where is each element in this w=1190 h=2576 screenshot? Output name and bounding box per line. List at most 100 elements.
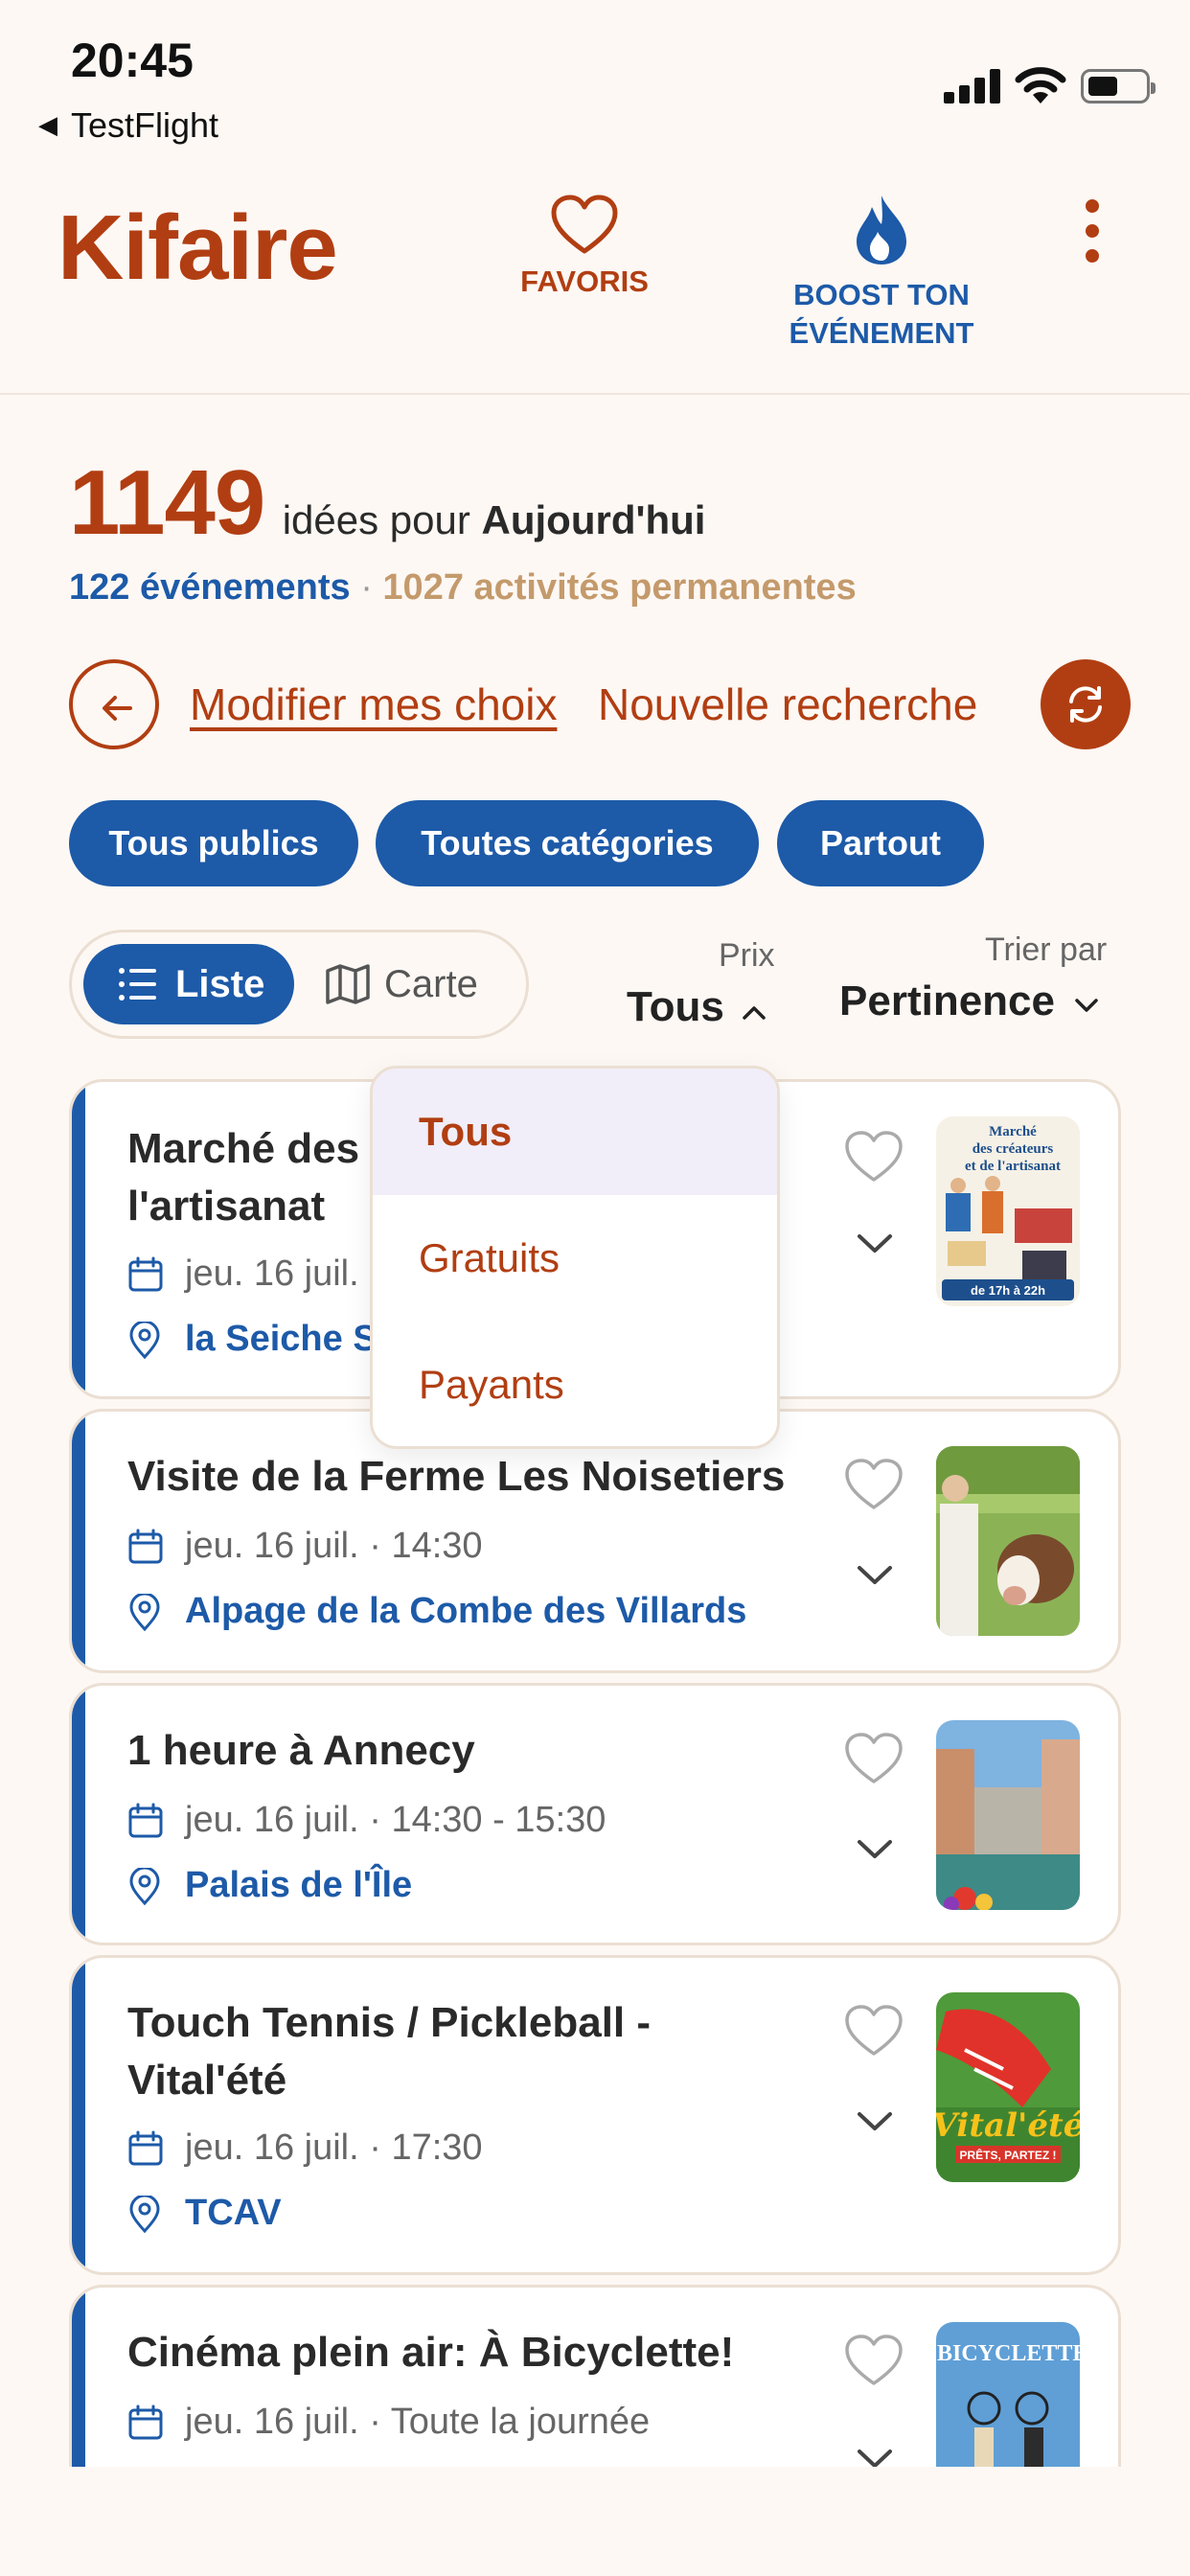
- chip-location[interactable]: Partout: [777, 800, 984, 886]
- list-view-button[interactable]: Liste: [83, 944, 294, 1024]
- event-location[interactable]: Alpage de la Combe des Villards: [127, 1586, 746, 1636]
- back-button[interactable]: [69, 659, 159, 749]
- event-title: 1 heure à Annecy: [127, 1727, 475, 1774]
- heart-outline-icon[interactable]: [844, 2004, 904, 2058]
- sort-label: Trier par: [985, 932, 1108, 968]
- map-view-button[interactable]: Carte: [325, 944, 478, 1024]
- events-count: 122 événements: [69, 567, 351, 608]
- annecy-photo: [936, 1720, 1080, 1910]
- results-breakdown: 122 événements · 1027 activités permanen…: [69, 567, 857, 609]
- new-search-link[interactable]: Nouvelle recherche: [598, 678, 977, 730]
- event-location[interactable]: Palais de l'Île: [127, 1860, 412, 1910]
- boost-label-line1: BOOST TON: [793, 278, 970, 311]
- event-title: Visite de la Ferme Les Noisetiers: [127, 1453, 786, 1500]
- event-date: jeu. 16 juil. · Toute la journée: [127, 2397, 650, 2447]
- permanent-count: 1027 activités permanentes: [382, 567, 857, 608]
- price-option-paid[interactable]: Payants: [373, 1322, 777, 1446]
- map-view-label: Carte: [384, 963, 478, 1005]
- location-pin-icon: [129, 2196, 160, 2234]
- chip-categories[interactable]: Toutes catégories: [376, 800, 759, 886]
- chevron-down-icon[interactable]: [856, 1231, 894, 1256]
- bottom-safe-area: [0, 2467, 1190, 2576]
- boost-event-button[interactable]: BOOST TON ÉVÉNEMENT: [767, 194, 996, 353]
- event-card[interactable]: Touch Tennis / Pickleball - Vital'été je…: [69, 1955, 1121, 2275]
- event-title: Cinéma plein air: À Bicyclette!: [127, 2329, 735, 2376]
- event-location-text: TCAV: [185, 2193, 282, 2233]
- battery-icon: [1081, 69, 1156, 104]
- calendar-icon: [128, 2130, 163, 2166]
- chevron-up-icon: [743, 1006, 766, 1020]
- chevron-down-icon[interactable]: [856, 1563, 894, 1588]
- signal-icon: [944, 69, 1001, 104]
- view-toggle: Liste Carte: [69, 930, 529, 1039]
- sort-select[interactable]: Pertinence: [839, 978, 1099, 1025]
- event-thumbnail: [936, 1720, 1080, 1910]
- price-filter-select[interactable]: Tous: [627, 983, 767, 1031]
- event-location[interactable]: TCAV: [127, 2188, 282, 2238]
- refresh-button[interactable]: [1041, 659, 1131, 749]
- results-summary: 1149 idées pour Aujourd'hui: [69, 450, 705, 556]
- event-card[interactable]: 1 heure à Annecy jeu. 16 juil. · 14:30 -…: [69, 1683, 1121, 1945]
- calendar-icon: [128, 1803, 163, 1838]
- event-thumbnail: Marché des créateurs et de l'artisanat d…: [936, 1116, 1080, 1306]
- calendar-icon: [128, 2404, 163, 2440]
- chevron-down-icon[interactable]: [856, 1837, 894, 1862]
- tennis-poster: Vital'été PRÊTS, PARTEZ !: [936, 1992, 1080, 2182]
- back-to-app-link[interactable]: ◀ TestFlight: [38, 105, 218, 146]
- price-dropdown-menu: Tous Gratuits Payants: [370, 1066, 780, 1449]
- calendar-icon: [128, 1256, 163, 1292]
- event-date-text: jeu. 16 juil. · 17:30: [185, 2128, 483, 2168]
- sort-value: Pertinence: [839, 978, 1055, 1024]
- poster-pret-text: PRÊTS, PARTEZ !: [959, 2148, 1056, 2162]
- map-icon: [326, 964, 370, 1004]
- status-bar: 20:45 ◀ TestFlight: [0, 0, 1190, 172]
- heart-outline-icon[interactable]: [844, 1130, 904, 1184]
- back-triangle-icon: ◀: [38, 110, 57, 139]
- period-label: Aujourd'hui: [481, 497, 706, 542]
- price-option-free[interactable]: Gratuits: [373, 1195, 777, 1322]
- more-options-icon[interactable]: [1081, 199, 1104, 266]
- favorites-label: FAVORIS: [520, 264, 649, 298]
- event-date-text: jeu. 16 juil. · 14:30: [185, 1526, 483, 1566]
- svg-text:de 17h à 22h: de 17h à 22h: [971, 1283, 1045, 1298]
- heart-outline-icon[interactable]: [844, 2334, 904, 2387]
- event-thumbnail: Vital'été PRÊTS, PARTEZ !: [936, 1992, 1080, 2182]
- boost-label-line2: ÉVÉNEMENT: [789, 316, 974, 350]
- chip-audience[interactable]: Tous publics: [69, 800, 358, 886]
- list-view-label: Liste: [175, 963, 265, 1005]
- event-location-text: Palais de l'Île: [185, 1865, 413, 1905]
- event-thumbnail: [936, 1446, 1080, 1636]
- heart-icon: [551, 195, 618, 254]
- svg-text:Marché: Marché: [989, 1124, 1037, 1139]
- price-option-all[interactable]: Tous: [373, 1069, 777, 1195]
- arrow-left-icon: [103, 696, 132, 721]
- results-count: 1149: [69, 451, 265, 554]
- wifi-icon: [1015, 67, 1066, 104]
- back-app-label: TestFlight: [71, 105, 219, 145]
- price-filter-value: Tous: [627, 983, 724, 1030]
- favorites-button[interactable]: FAVORIS: [508, 194, 661, 299]
- farm-photo: [936, 1446, 1080, 1636]
- app-logo: Kifaire: [57, 196, 338, 299]
- location-pin-icon: [129, 1868, 160, 1906]
- refresh-icon: [1069, 686, 1102, 723]
- heart-outline-icon[interactable]: [844, 1458, 904, 1511]
- svg-text:et de l'artisanat: et de l'artisanat: [965, 1159, 1061, 1174]
- poster-bicyclette-text: À BICYCLETTE !: [936, 2341, 1080, 2366]
- results-count-text: idées pour Aujourd'hui: [283, 497, 706, 542]
- breakdown-separator: ·: [360, 567, 373, 608]
- event-date-text: jeu. 16 juil. · 14:30 - 15:30: [185, 1800, 606, 1840]
- event-date-text: jeu. 16 juil. · Toute la journée: [185, 2402, 651, 2442]
- count-text-label: idées pour: [282, 497, 470, 542]
- svg-text:des créateurs: des créateurs: [973, 1141, 1054, 1157]
- event-title-line2: Vital'été: [127, 2057, 287, 2104]
- status-time: 20:45: [71, 34, 194, 87]
- event-title: Touch Tennis / Pickleball -: [127, 1999, 652, 2046]
- chevron-down-icon[interactable]: [856, 2109, 894, 2134]
- heart-outline-icon[interactable]: [844, 1732, 904, 1785]
- chevron-down-icon: [1075, 999, 1098, 1012]
- event-date: jeu. 16 juil. · 17:30: [127, 2123, 483, 2173]
- modify-choices-link[interactable]: Modifier mes choix: [190, 678, 557, 730]
- location-pin-icon: [129, 1322, 160, 1360]
- search-actions: Modifier mes choix Nouvelle recherche: [69, 659, 1133, 751]
